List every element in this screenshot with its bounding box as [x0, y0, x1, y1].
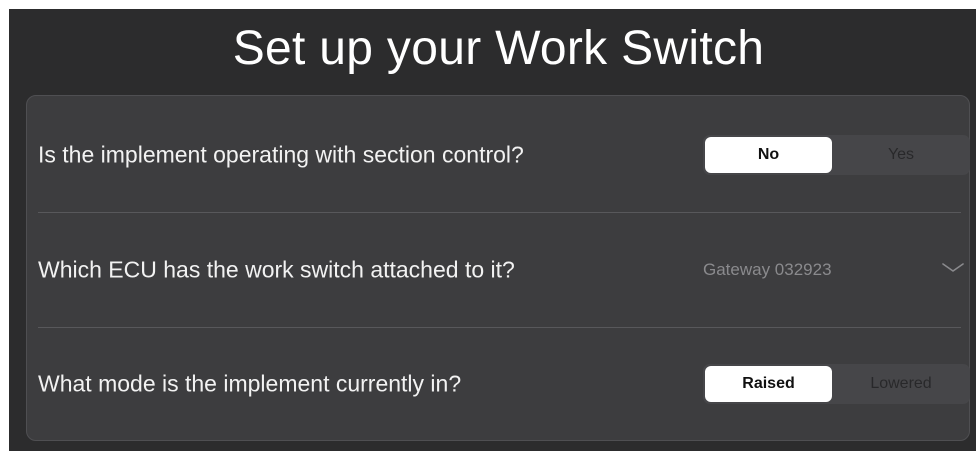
implement-mode-toggle: Raised Lowered: [703, 364, 970, 404]
page-title: Set up your Work Switch: [232, 22, 765, 75]
implement-mode-row: What mode is the implement currently in?…: [38, 327, 970, 441]
implement-mode-question: What mode is the implement currently in?: [38, 370, 462, 397]
section-control-toggle: No Yes: [703, 134, 970, 175]
ecu-question: Which ECU has the work switch attached t…: [38, 256, 515, 283]
section-control-question: Is the implement operating with section …: [38, 141, 524, 167]
ecu-row: Which ECU has the work switch attached t…: [38, 213, 964, 327]
section-control-no-option[interactable]: No: [705, 136, 832, 173]
implement-mode-raised-option[interactable]: Raised: [705, 366, 832, 402]
section-control-yes-option[interactable]: Yes: [834, 137, 968, 173]
chevron-down-icon: [942, 263, 964, 272]
ecu-dropdown[interactable]: Gateway 032923: [703, 250, 970, 290]
ecu-dropdown-value: Gateway 032923: [703, 260, 832, 279]
settings-panel: Is the implement operating with section …: [26, 95, 970, 441]
implement-mode-lowered-option[interactable]: Lowered: [834, 366, 968, 402]
work-switch-setup-screen: Set up your Work Switch Is the implement…: [9, 9, 976, 451]
section-control-row: Is the implement operating with section …: [38, 96, 970, 213]
